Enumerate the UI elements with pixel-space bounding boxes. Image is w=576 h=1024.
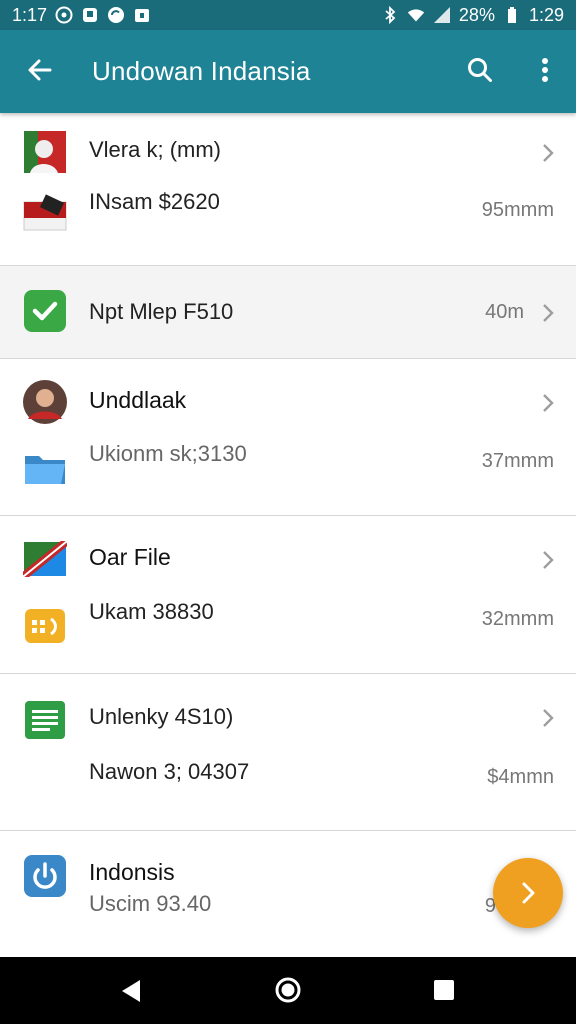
notification-box-icon xyxy=(81,6,99,24)
chevron-right-icon xyxy=(543,709,554,727)
chevron-right-icon xyxy=(543,394,554,412)
item-title: Unddlaak xyxy=(89,387,187,413)
list-item[interactable]: Unddlaak Ukionm sk;3130 37mmm xyxy=(0,359,576,516)
nav-home-icon[interactable] xyxy=(273,975,303,1005)
bluetooth-icon xyxy=(381,6,399,24)
page-title: Undowan Indansia xyxy=(92,56,311,86)
check-icon xyxy=(22,288,68,334)
item-title: Indonsis xyxy=(89,859,175,885)
list-item[interactable]: Unlenky 4S10) Nawon 3; 04307 $4mmn xyxy=(0,674,576,831)
signal-icon xyxy=(433,6,451,24)
system-nav-bar xyxy=(0,957,576,1024)
status-bar: 1:17 28% 1:29 xyxy=(0,0,576,30)
item-subtitle: Ukam 38830 xyxy=(89,599,214,624)
status-time-right: 1:29 xyxy=(528,4,564,25)
battery-percent: 28% xyxy=(458,4,495,25)
fab-next-button[interactable] xyxy=(493,858,563,928)
wifi-icon xyxy=(407,6,425,24)
list-item[interactable]: Npt Mlep F510 40m xyxy=(0,266,576,359)
file-list: Vlera k; (mm) INsam $2620 95mmm Npt Mlep… xyxy=(0,113,576,957)
item-subtitle: Uscim 93.40 xyxy=(89,891,212,916)
nav-back-icon[interactable] xyxy=(116,976,146,1006)
nav-recents-icon[interactable] xyxy=(432,978,456,1002)
more-vert-icon xyxy=(542,58,548,82)
notification-sync-icon xyxy=(107,6,125,24)
chevron-right-icon xyxy=(543,551,554,569)
item-size: 32mmm xyxy=(481,608,554,630)
search-button[interactable] xyxy=(460,50,500,90)
file-icon xyxy=(22,191,68,237)
item-title: Unlenky 4S10) xyxy=(89,704,234,729)
battery-icon xyxy=(503,6,521,24)
arrow-left-icon xyxy=(28,59,52,81)
list-item[interactable]: Oar File Ukam 38830 32mmm xyxy=(0,516,576,674)
app-bar: Undowan Indansia xyxy=(0,30,576,113)
folder-icon xyxy=(22,445,68,491)
more-options-button[interactable] xyxy=(525,50,565,90)
status-time-left: 1:17 xyxy=(12,4,48,25)
chevron-right-icon xyxy=(543,304,554,322)
status-left: 1:17 xyxy=(12,0,151,30)
item-title: Oar File xyxy=(89,544,171,570)
search-icon xyxy=(468,58,492,82)
chevron-right-icon xyxy=(522,882,535,904)
notification-bag-icon xyxy=(133,6,151,24)
item-subtitle: Ukionm sk;3130 xyxy=(89,441,247,466)
list-item[interactable]: Indonsis Uscim 93.40 9 xyxy=(0,831,576,957)
app-icon xyxy=(22,853,68,899)
chevron-right-icon xyxy=(543,144,554,162)
item-title: Vlera k; (mm) xyxy=(89,137,221,162)
item-size: 40m xyxy=(485,301,524,323)
flag-icon xyxy=(22,536,68,582)
avatar xyxy=(22,379,68,425)
item-subtitle: Nawon 3; 04307 xyxy=(89,759,250,784)
item-title: Npt Mlep F510 xyxy=(89,299,234,324)
item-subtitle: INsam $2620 xyxy=(89,189,220,214)
status-right: 28% 1:29 xyxy=(381,0,564,30)
document-icon xyxy=(22,697,68,743)
item-size: 37mmm xyxy=(481,450,554,472)
notification-circle-icon xyxy=(55,6,73,24)
list-item[interactable]: Vlera k; (mm) INsam $2620 95mmm xyxy=(0,113,576,266)
avatar xyxy=(22,129,68,175)
sim-card-icon xyxy=(22,602,68,648)
back-button[interactable] xyxy=(20,50,60,90)
item-size: 95mmm xyxy=(481,199,554,221)
item-size: $4mmn xyxy=(487,766,554,788)
